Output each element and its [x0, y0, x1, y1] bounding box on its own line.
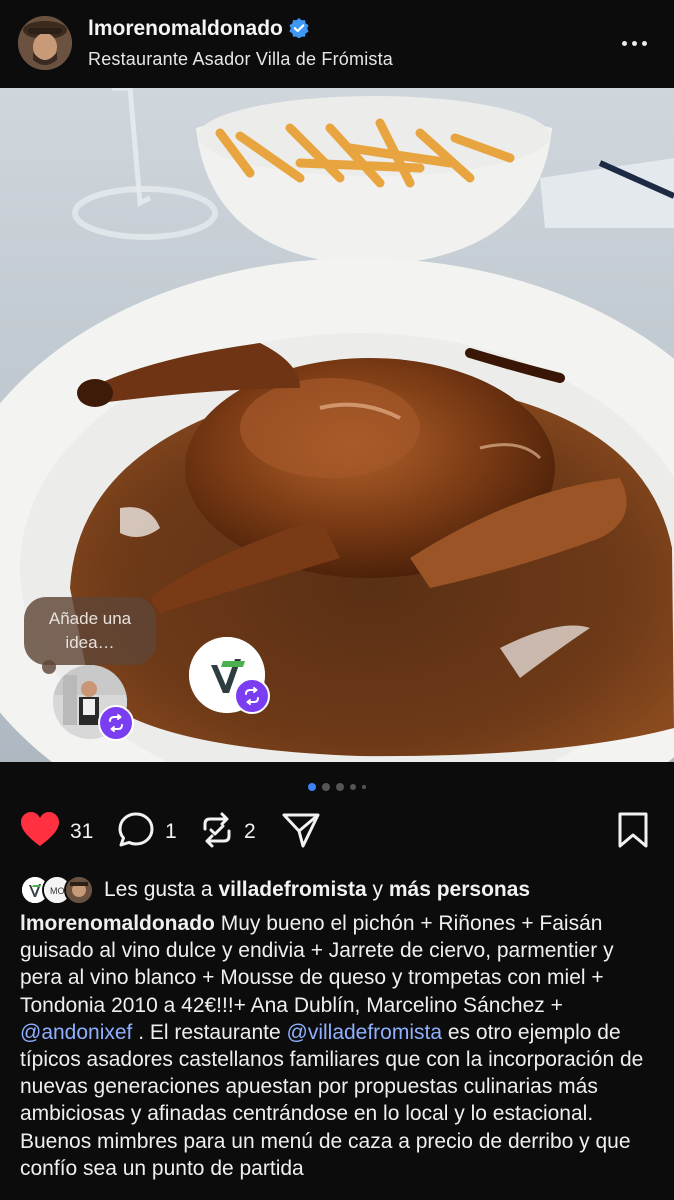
- liked-by-user[interactable]: villadefromista: [218, 878, 366, 901]
- carousel-dot: [336, 783, 344, 791]
- repost-count[interactable]: 2: [244, 820, 256, 844]
- username-text[interactable]: lmorenomaldonado: [88, 17, 283, 40]
- liked-by-text[interactable]: Les gusta a villadefromista y más person…: [104, 878, 530, 902]
- caption-text: es otro ejemplo de típicos asadores cast…: [20, 1020, 644, 1180]
- post-header: lmorenomaldonado Restaurante Asador Vill…: [0, 0, 674, 88]
- mention-link[interactable]: @villadefromista: [287, 1021, 443, 1044]
- repost-collab-icon: [98, 705, 134, 741]
- carousel-dot: [362, 785, 366, 789]
- more-options-icon[interactable]: [622, 34, 654, 52]
- add-idea-bubble[interactable]: Añade una idea…: [24, 597, 156, 665]
- verified-badge-icon: [289, 18, 309, 39]
- author-avatar[interactable]: [18, 16, 72, 70]
- share-button[interactable]: [282, 812, 320, 852]
- action-bar: 31 1 2: [0, 811, 674, 853]
- like-count[interactable]: 31: [70, 820, 93, 844]
- svg-text:MO: MO: [50, 886, 65, 896]
- share-icon[interactable]: [282, 812, 320, 853]
- carousel-dot: [322, 783, 330, 791]
- add-idea-text: Añade una idea…: [48, 609, 132, 652]
- repost-button[interactable]: 2: [200, 812, 256, 852]
- post-caption: lmorenomaldonado Muy bueno el pichón + R…: [20, 910, 660, 1182]
- caption-text: . El restaurante: [138, 1020, 281, 1044]
- like-button[interactable]: 31: [20, 811, 93, 853]
- post-location[interactable]: Restaurante Asador Villa de Frómista: [88, 49, 393, 70]
- repost-icon[interactable]: [200, 811, 234, 854]
- bookmark-icon[interactable]: [616, 811, 650, 854]
- author-username[interactable]: lmorenomaldonado: [88, 17, 309, 41]
- carousel-dot: [308, 783, 316, 791]
- liked-by-row[interactable]: MO Les gusta a villadefromista y más per…: [20, 873, 530, 907]
- heart-icon[interactable]: [20, 811, 60, 853]
- carousel-indicator: [0, 782, 674, 792]
- repost-collab-icon: [234, 678, 270, 714]
- liked-by-others[interactable]: más personas: [389, 878, 530, 901]
- bookmark-button[interactable]: [616, 812, 650, 852]
- caption-author[interactable]: lmorenomaldonado: [20, 912, 215, 935]
- carousel-dot: [350, 784, 356, 790]
- comment-button[interactable]: 1: [117, 812, 177, 852]
- bubble-tail: [42, 660, 56, 674]
- liker-avatar: [64, 875, 94, 905]
- comment-icon[interactable]: [117, 811, 155, 854]
- comment-count[interactable]: 1: [165, 820, 177, 844]
- mention-link[interactable]: @andonixef: [20, 1021, 132, 1044]
